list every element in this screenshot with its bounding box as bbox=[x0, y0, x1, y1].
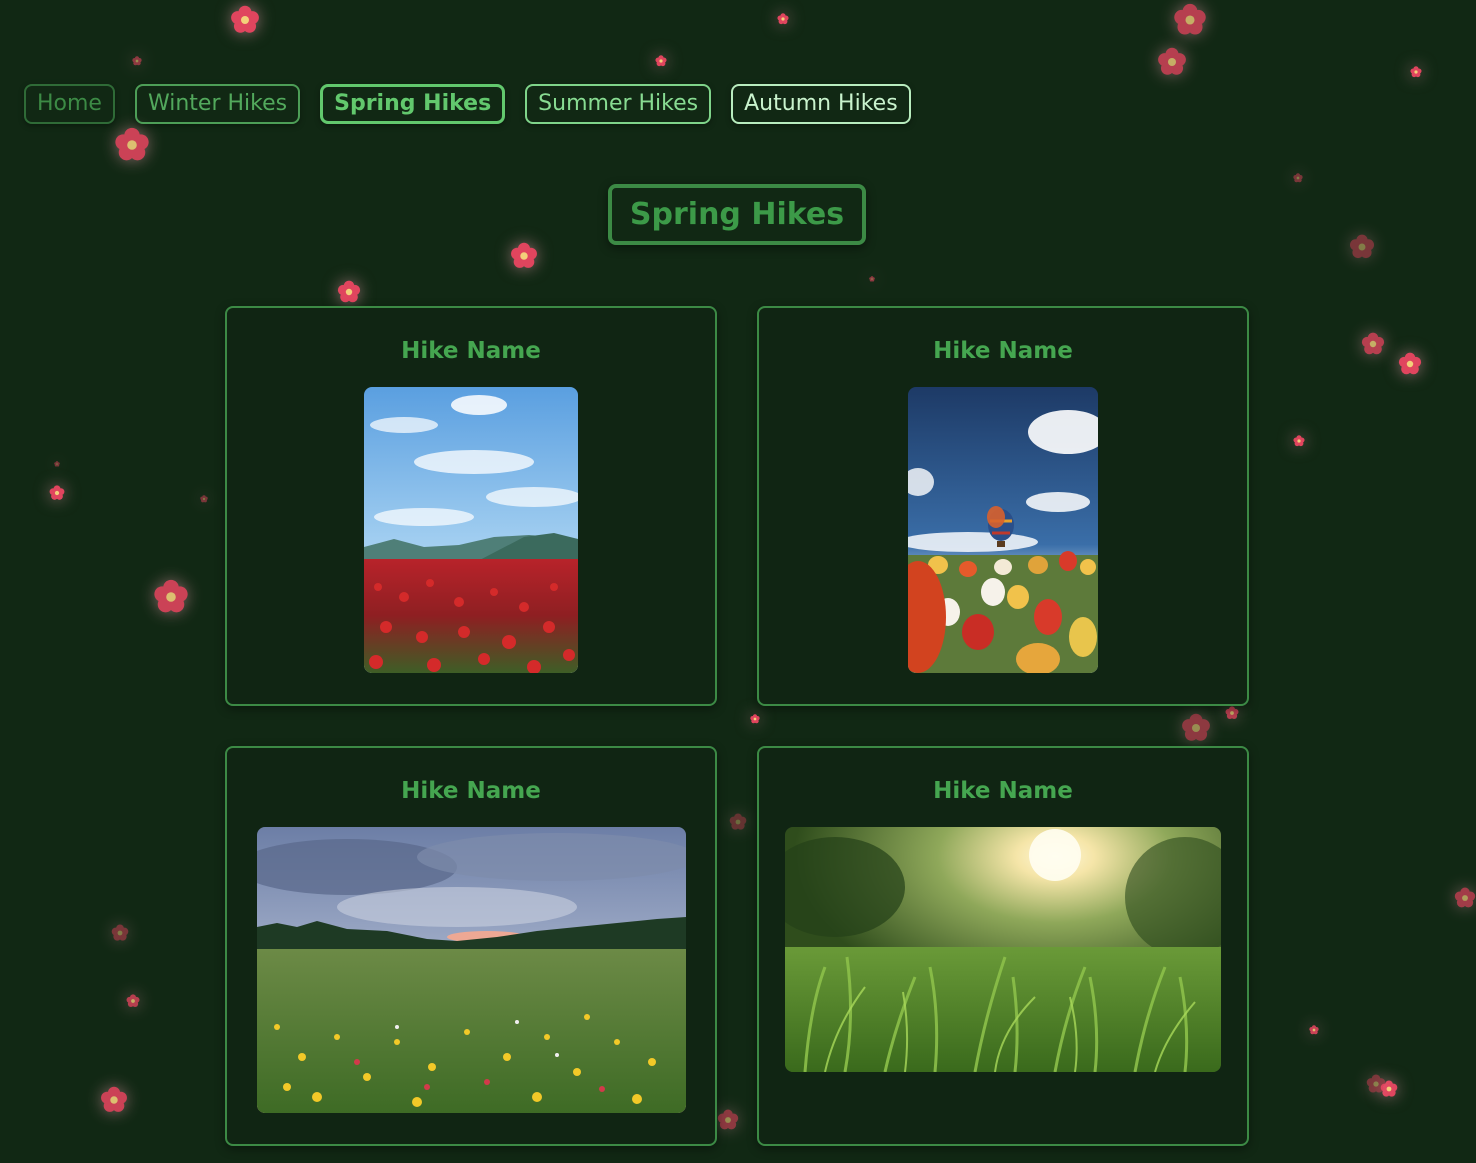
flower-icon bbox=[337, 280, 361, 304]
hike-card[interactable]: Hike Name bbox=[225, 746, 717, 1146]
flower-icon bbox=[1173, 3, 1207, 37]
flower-icon bbox=[1181, 713, 1211, 743]
flower-icon bbox=[1349, 234, 1375, 260]
nav-home-button[interactable]: Home bbox=[24, 84, 115, 124]
flower-icon bbox=[111, 924, 129, 942]
page-title-box: Spring Hikes bbox=[608, 184, 866, 245]
main-nav: Home Winter Hikes Spring Hikes Summer Hi… bbox=[24, 84, 911, 124]
flower-icon bbox=[200, 495, 208, 503]
page: Home Winter Hikes Spring Hikes Summer Hi… bbox=[0, 0, 1476, 1163]
hike-photo-tulips-balloons bbox=[908, 387, 1098, 673]
hike-card-title: Hike Name bbox=[401, 338, 541, 364]
flower-icon bbox=[49, 485, 65, 501]
flower-icon bbox=[655, 55, 667, 67]
hike-card[interactable]: Hike Name bbox=[757, 306, 1249, 706]
hike-card-title: Hike Name bbox=[933, 338, 1073, 364]
flower-icon bbox=[153, 579, 189, 615]
flower-icon bbox=[1225, 706, 1239, 720]
hike-photo-sunlit-grass bbox=[785, 827, 1221, 1072]
flower-icon bbox=[132, 56, 142, 66]
hike-card[interactable]: Hike Name bbox=[225, 306, 717, 706]
hike-card-title: Hike Name bbox=[933, 778, 1073, 804]
nav-winter-hikes-button[interactable]: Winter Hikes bbox=[134, 84, 301, 124]
flower-icon bbox=[1361, 332, 1385, 356]
flower-icon bbox=[729, 813, 747, 831]
flower-icon bbox=[114, 127, 150, 163]
flower-icon bbox=[717, 1109, 739, 1131]
flower-icon bbox=[100, 1086, 128, 1114]
hike-card-title: Hike Name bbox=[401, 778, 541, 804]
flower-icon bbox=[1366, 1074, 1386, 1094]
flower-icon bbox=[54, 461, 60, 467]
flower-icon bbox=[777, 13, 789, 25]
nav-spring-hikes-button[interactable]: Spring Hikes bbox=[320, 84, 506, 124]
hike-card[interactable]: Hike Name bbox=[757, 746, 1249, 1146]
flower-icon bbox=[1398, 352, 1422, 376]
hike-photo-poppy-field bbox=[364, 387, 578, 673]
flower-icon bbox=[1454, 887, 1476, 909]
flower-icon bbox=[510, 242, 538, 270]
flower-icon bbox=[126, 994, 140, 1008]
flower-icon bbox=[1293, 173, 1303, 183]
nav-autumn-hikes-button[interactable]: Autumn Hikes bbox=[731, 84, 911, 124]
flower-icon bbox=[230, 5, 260, 35]
page-title: Spring Hikes bbox=[629, 197, 845, 232]
flower-icon bbox=[1157, 47, 1187, 77]
nav-summer-hikes-button[interactable]: Summer Hikes bbox=[525, 84, 712, 124]
flower-icon bbox=[1410, 66, 1422, 78]
flower-icon bbox=[1293, 435, 1305, 447]
flower-icon bbox=[1309, 1025, 1319, 1035]
flower-icon bbox=[750, 714, 760, 724]
hike-photo-wildflower-meadow bbox=[257, 827, 686, 1113]
flower-icon bbox=[869, 276, 875, 282]
